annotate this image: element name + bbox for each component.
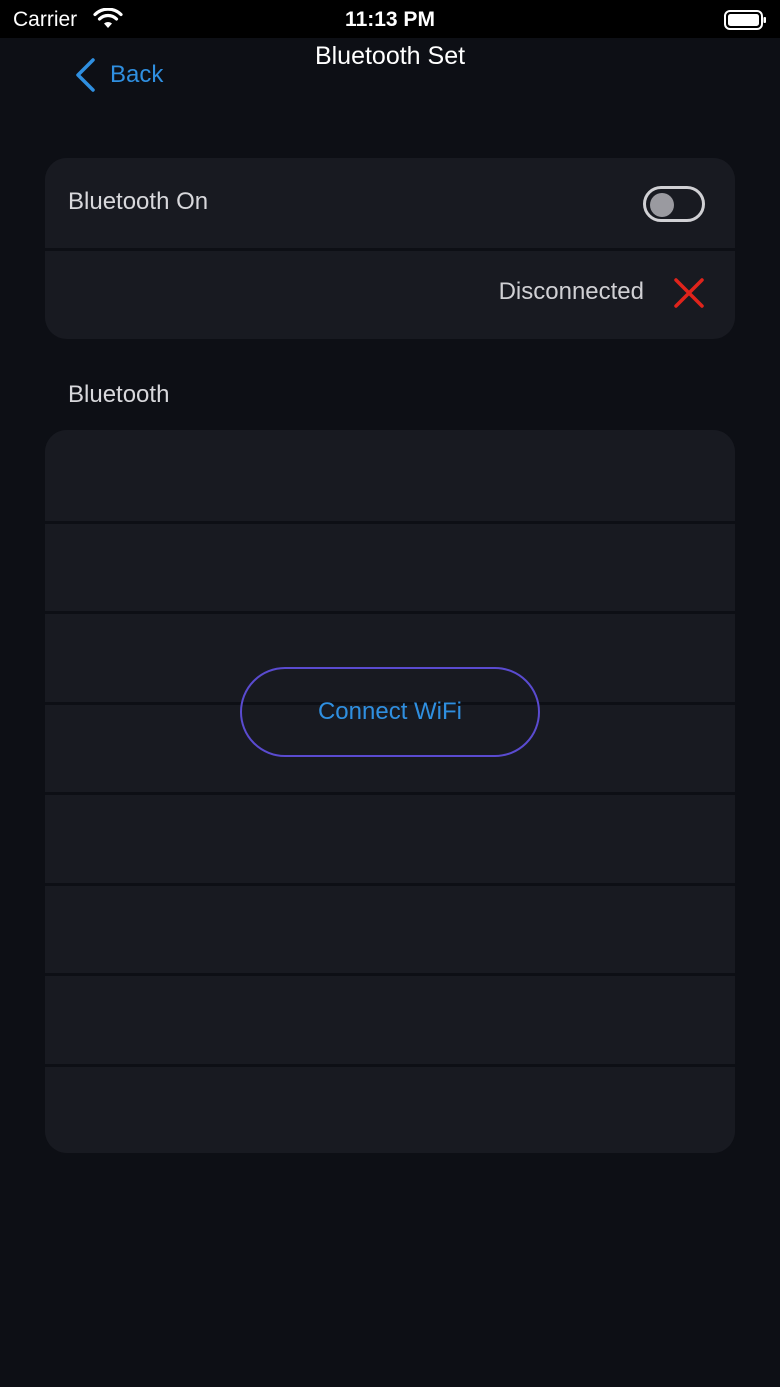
list-item[interactable] xyxy=(45,430,735,521)
clock: 11:13 PM xyxy=(345,8,435,31)
status-bar: Carrier 11:13 PM xyxy=(0,0,780,38)
page-title: Bluetooth Set xyxy=(314,42,466,70)
close-icon xyxy=(674,278,704,308)
bluetooth-toggle[interactable] xyxy=(643,186,705,222)
connection-status-row: Disconnected xyxy=(45,248,735,338)
bluetooth-toggle-row: Bluetooth On xyxy=(45,158,735,248)
list-item[interactable] xyxy=(45,520,735,611)
list-item[interactable] xyxy=(45,792,735,883)
device-list xyxy=(45,430,735,1153)
list-item[interactable] xyxy=(45,973,735,1064)
toggle-knob xyxy=(650,193,674,217)
bluetooth-control-card: Bluetooth On Disconnected xyxy=(45,158,735,339)
bluetooth-settings-screen: Carrier 11:13 PM Back Bluetooth Set Blue… xyxy=(0,0,780,1387)
connection-status: Disconnected xyxy=(498,278,644,305)
battery-icon xyxy=(724,10,766,30)
list-item[interactable] xyxy=(45,1063,735,1153)
list-item[interactable] xyxy=(45,882,735,973)
bluetooth-toggle-label: Bluetooth On xyxy=(68,188,209,215)
connect-wifi-button[interactable]: Connect WiFi xyxy=(240,667,540,757)
section-header: Bluetooth xyxy=(68,381,170,408)
